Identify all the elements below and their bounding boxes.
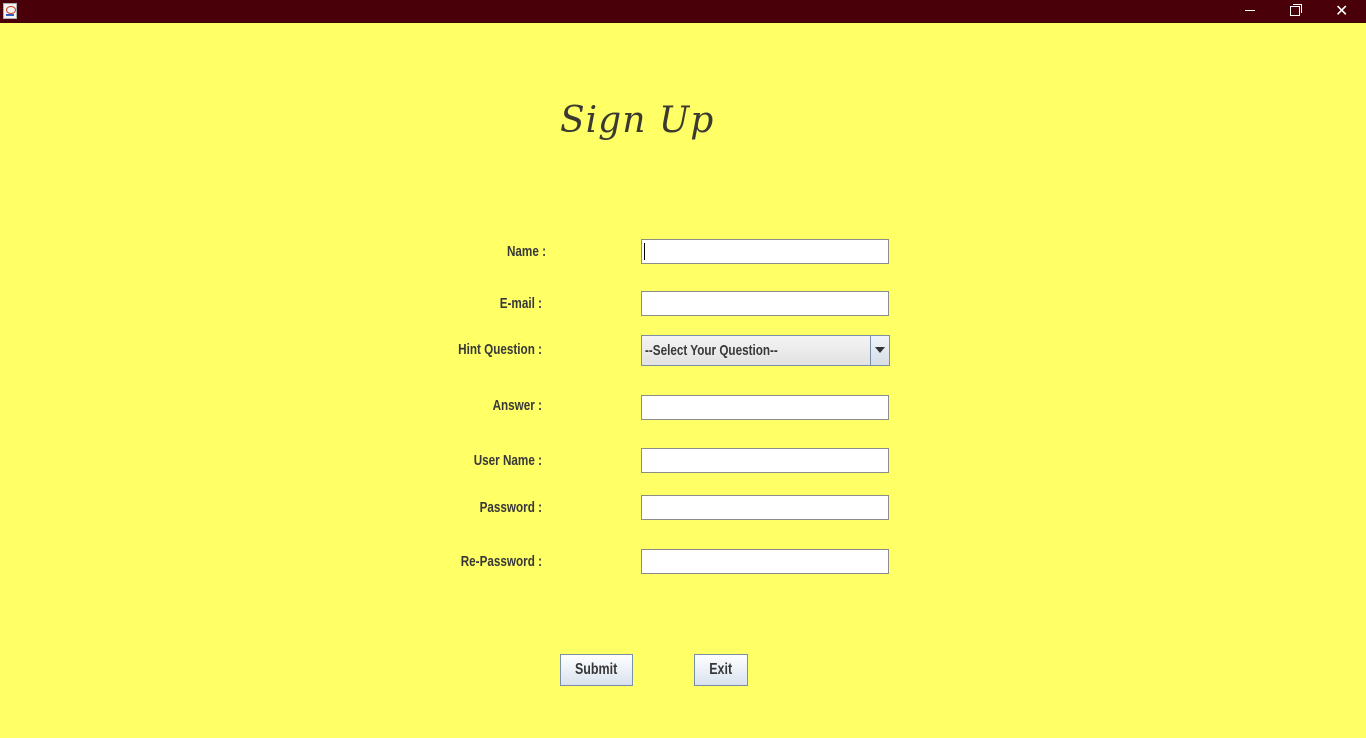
password-label: Password :	[479, 499, 542, 516]
minimize-icon	[1245, 10, 1255, 11]
submit-button[interactable]: Submit	[560, 654, 633, 686]
page-title: Sign Up	[560, 100, 715, 141]
title-bar: ✕	[0, 0, 1366, 23]
minimize-button[interactable]	[1226, 0, 1272, 23]
username-label: User Name :	[473, 452, 542, 469]
repassword-input[interactable]	[641, 549, 889, 574]
password-input[interactable]	[641, 495, 889, 520]
answer-label: Answer :	[492, 397, 542, 414]
name-input[interactable]	[641, 239, 889, 264]
exit-button-label: Exit	[709, 661, 733, 678]
hint-question-select[interactable]: --Select Your Question--	[641, 335, 890, 366]
exit-button[interactable]: Exit	[694, 654, 748, 686]
hint-question-selected: --Select Your Question--	[645, 342, 778, 359]
email-label: E-mail :	[499, 295, 542, 312]
hint-question-label: Hint Question :	[458, 341, 542, 358]
answer-input[interactable]	[641, 395, 889, 420]
close-icon: ✕	[1335, 1, 1349, 20]
name-label: Name :	[506, 243, 546, 260]
username-input[interactable]	[641, 448, 889, 473]
signup-window: ✕ Sign Up Name : E-mail : Hint Question …	[0, 0, 1366, 738]
chevron-down-icon[interactable]	[870, 336, 889, 365]
restore-icon	[1290, 4, 1302, 16]
repassword-label: Re-Password :	[460, 553, 542, 570]
submit-button-label: Submit	[575, 661, 618, 678]
email-input[interactable]	[641, 291, 889, 316]
maximize-button[interactable]	[1272, 0, 1318, 23]
text-caret	[644, 243, 645, 260]
java-app-icon	[3, 3, 17, 19]
close-button[interactable]: ✕	[1318, 0, 1364, 23]
